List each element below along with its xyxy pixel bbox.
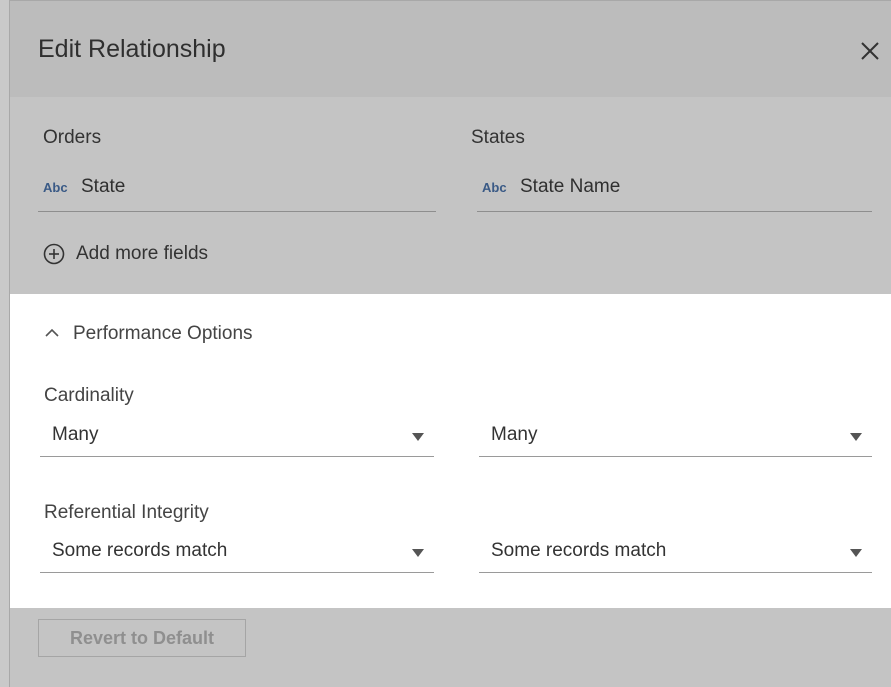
right-referential-integrity-value: Some records match bbox=[491, 540, 667, 561]
dropdown-caret-icon bbox=[412, 549, 424, 557]
left-table-name: Orders bbox=[43, 127, 102, 148]
chevron-up-icon bbox=[45, 328, 59, 337]
dialog-titlebar: Edit Relationship bbox=[10, 1, 891, 97]
add-more-fields-label: Add more fields bbox=[76, 243, 209, 264]
cardinality-label: Cardinality bbox=[44, 385, 134, 406]
dialog-title: Edit Relationship bbox=[38, 35, 226, 63]
revert-to-default-button[interactable]: Revert to Default bbox=[38, 619, 246, 657]
string-type-icon: Abc bbox=[482, 180, 507, 195]
right-table-name: States bbox=[471, 127, 525, 148]
right-referential-integrity-select[interactable]: Some records match bbox=[479, 534, 872, 573]
right-field-select[interactable]: Abc State Name bbox=[477, 171, 872, 212]
right-cardinality-value: Many bbox=[491, 424, 538, 445]
right-cardinality-select[interactable]: Many bbox=[479, 418, 872, 457]
dropdown-caret-icon bbox=[412, 433, 424, 441]
left-cardinality-value: Many bbox=[52, 424, 99, 445]
performance-options-panel: Performance Options Cardinality Many Man… bbox=[10, 294, 891, 608]
left-referential-integrity-value: Some records match bbox=[52, 540, 228, 561]
revert-to-default-label: Revert to Default bbox=[69, 628, 215, 648]
referential-integrity-label: Referential Integrity bbox=[44, 502, 209, 523]
left-cardinality-select[interactable]: Many bbox=[40, 418, 434, 457]
left-referential-integrity-select[interactable]: Some records match bbox=[40, 534, 434, 573]
close-icon[interactable] bbox=[858, 39, 882, 63]
left-field-select[interactable]: Abc State bbox=[38, 171, 436, 212]
left-field-name: State bbox=[81, 176, 126, 197]
dropdown-caret-icon bbox=[850, 433, 862, 441]
performance-options-label: Performance Options bbox=[73, 323, 253, 344]
dropdown-caret-icon bbox=[850, 549, 862, 557]
edit-relationship-dialog: Edit Relationship Orders States Abc Stat… bbox=[9, 0, 891, 687]
string-type-icon: Abc bbox=[43, 180, 68, 195]
plus-circle-icon bbox=[43, 243, 65, 265]
right-field-name: State Name bbox=[520, 176, 621, 197]
